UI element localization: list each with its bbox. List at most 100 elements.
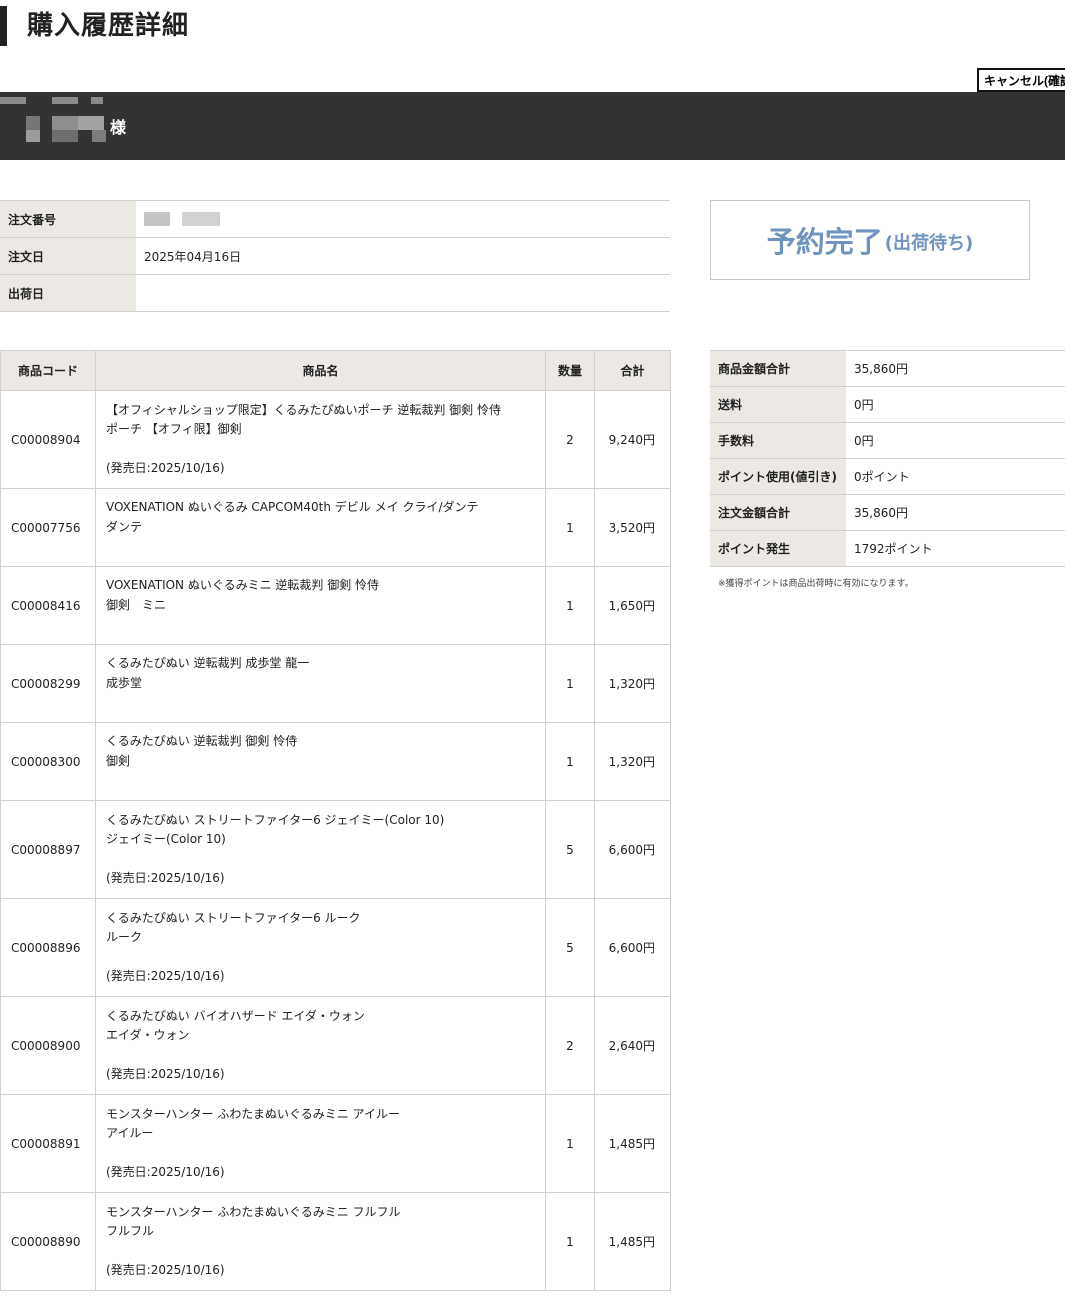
order-date-value: 2025年04月16日 [136,237,670,275]
redacted-mosaic [91,97,103,104]
item-qty: 2 [545,390,595,489]
item-qty: 1 [545,644,595,723]
item-name-line1: VOXENATION ぬいぐるみ CAPCOM40th デビル メイ クライ/ダ… [106,500,479,515]
item-total: 3,520円 [594,488,671,567]
item-qty: 1 [545,1094,595,1193]
totals-row: ポイント使用(値引き) 0ポイント [710,458,1065,495]
totals-value: 0円 [846,422,1065,459]
item-total: 1,320円 [594,722,671,801]
order-status-box: 予約完了 (出荷待ち) [710,200,1030,280]
item-total: 2,640円 [594,996,671,1095]
item-name: くるみたぴぬい バイオハザード エイダ・ウォン エイダ・ウォン (発売日:202… [95,996,546,1095]
item-total: 1,320円 [594,644,671,723]
item-release-date: (発売日:2025/10/16) [106,1164,225,1179]
order-number-value [136,200,670,238]
item-name-line1: くるみたぴぬい バイオハザード エイダ・ウォン [106,1008,365,1023]
totals-value: 0ポイント [846,458,1065,495]
item-qty: 1 [545,722,595,801]
redacted-mosaic [0,97,26,104]
redacted-mosaic [52,97,78,104]
item-release-date: (発売日:2025/10/16) [106,1066,225,1081]
item-name-line2: 御剣 ミニ [106,597,167,612]
table-row: C00008897 くるみたぴぬい ストリートファイター6 ジェイミー(Colo… [0,800,671,899]
item-name: くるみたぴぬい ストリートファイター6 ジェイミー(Color 10) ジェイミ… [95,800,546,899]
item-name-line1: くるみたぴぬい ストリートファイター6 ジェイミー(Color 10) [106,812,445,827]
item-name: くるみたぴぬい 逆転裁判 御剣 怜侍 御剣 [95,722,546,801]
table-row: C00008299 くるみたぴぬい 逆転裁判 成歩堂 龍一 成歩堂 1 1,32… [0,644,671,723]
header-qty: 数量 [545,350,595,391]
item-code: C00008897 [0,800,96,899]
item-name-line1: くるみたぴぬい 逆転裁判 御剣 怜侍 [106,734,298,749]
item-qty: 1 [545,566,595,645]
item-name-spacer [106,693,535,713]
item-name-line1: VOXENATION ぬいぐるみミニ 逆転裁判 御剣 怜侍 [106,578,380,593]
item-code: C00008900 [0,996,96,1095]
item-name: 【オフィシャルショップ限定】くるみたぴぬいポーチ 逆転裁判 御剣 怜侍 ポーチ … [95,390,546,489]
redacted-mosaic [26,130,40,142]
item-code: C00008416 [0,566,96,645]
item-code: C00008891 [0,1094,96,1193]
table-row: C00008300 くるみたぴぬい 逆転裁判 御剣 怜侍 御剣 1 1,320円 [0,722,671,801]
item-total: 6,600円 [594,898,671,997]
item-name-line1: モンスターハンター ふわたまぬいぐるみミニ フルフル [106,1204,401,1219]
item-name-line2: エイダ・ウォン [106,1028,190,1043]
item-total: 1,650円 [594,566,671,645]
header-name: 商品名 [95,350,546,391]
table-row: C00007756 VOXENATION ぬいぐるみ CAPCOM40th デビ… [0,488,671,567]
totals-row: 商品金額合計 35,860円 [710,350,1065,387]
totals-row: ポイント発生 1792ポイント [710,530,1065,567]
item-name-line2: フルフル [106,1224,155,1239]
item-code: C00008890 [0,1192,96,1291]
item-code: C00008299 [0,644,96,723]
ship-date-value [136,274,670,312]
totals-label: ポイント発生 [710,530,846,567]
item-code: C00007756 [0,488,96,567]
order-info-table: 注文番号 注文日 2025年04月16日 出荷日 [0,200,670,312]
item-total: 1,485円 [594,1192,671,1291]
item-name-spacer [106,771,535,791]
redacted-mosaic [26,116,40,130]
item-name-line2: ルーク [106,930,143,945]
item-name-line2: ポーチ 【オフィ限】御剣 [106,422,242,437]
totals-label: 手数料 [710,422,846,459]
item-name-line1: 【オフィシャルショップ限定】くるみたぴぬいポーチ 逆転裁判 御剣 怜侍 [106,402,501,417]
table-row: C00008890 モンスターハンター ふわたまぬいぐるみミニ フルフル フルフ… [0,1192,671,1291]
item-name-line2: アイルー [106,1126,154,1141]
item-name-spacer [106,537,535,557]
redacted-mosaic [92,130,106,142]
item-qty: 5 [545,800,595,899]
item-release-date: (発売日:2025/10/16) [106,460,225,475]
redacted-mosaic [52,116,78,130]
status-main: 予約完了 [766,225,883,259]
item-name: くるみたぴぬい ストリートファイター6 ルーク ルーク (発売日:2025/10… [95,898,546,997]
items-header-row: 商品コード 商品名 数量 合計 [0,350,671,391]
totals-row: 送料 0円 [710,386,1065,423]
cancel-confirm-button[interactable]: キャンセル(確認 [977,68,1065,92]
item-code: C00008896 [0,898,96,997]
item-name-line2: 成歩堂 [106,675,143,690]
page-title: 購入履歴詳細 [0,6,189,46]
table-row: C00008891 モンスターハンター ふわたまぬいぐるみミニ アイルー アイル… [0,1094,671,1193]
item-name: モンスターハンター ふわたまぬいぐるみミニ フルフル フルフル (発売日:202… [95,1192,546,1291]
item-name: モンスターハンター ふわたまぬいぐるみミニ アイルー アイルー (発売日:202… [95,1094,546,1193]
totals-value: 35,860円 [846,350,1065,387]
item-qty: 2 [545,996,595,1095]
table-row: C00008904 【オフィシャルショップ限定】くるみたぴぬいポーチ 逆転裁判 … [0,390,671,489]
item-code: C00008300 [0,722,96,801]
item-name-line2: ジェイミー(Color 10) [106,832,226,847]
item-name-line1: くるみたぴぬい ストリートファイター6 ルーク [106,910,361,925]
totals-row: 注文金額合計 35,860円 [710,494,1065,531]
item-name: VOXENATION ぬいぐるみ CAPCOM40th デビル メイ クライ/ダ… [95,488,546,567]
totals-table: 商品金額合計 35,860円 送料 0円 手数料 0円 ポイント使用(値引き) … [710,350,1065,567]
item-code: C00008904 [0,390,96,489]
totals-value: 1792ポイント [846,530,1065,567]
item-total: 9,240円 [594,390,671,489]
points-note: ※獲得ポイントは商品出荷時に有効になります。 [718,579,914,589]
item-name-line1: モンスターハンター ふわたまぬいぐるみミニ アイルー [106,1106,400,1121]
totals-value: 0円 [846,386,1065,423]
redacted-mosaic [144,212,170,227]
customer-bar [0,92,1065,160]
header-code: 商品コード [0,350,96,391]
totals-label: 送料 [710,386,846,423]
totals-label: 商品金額合計 [710,350,846,387]
